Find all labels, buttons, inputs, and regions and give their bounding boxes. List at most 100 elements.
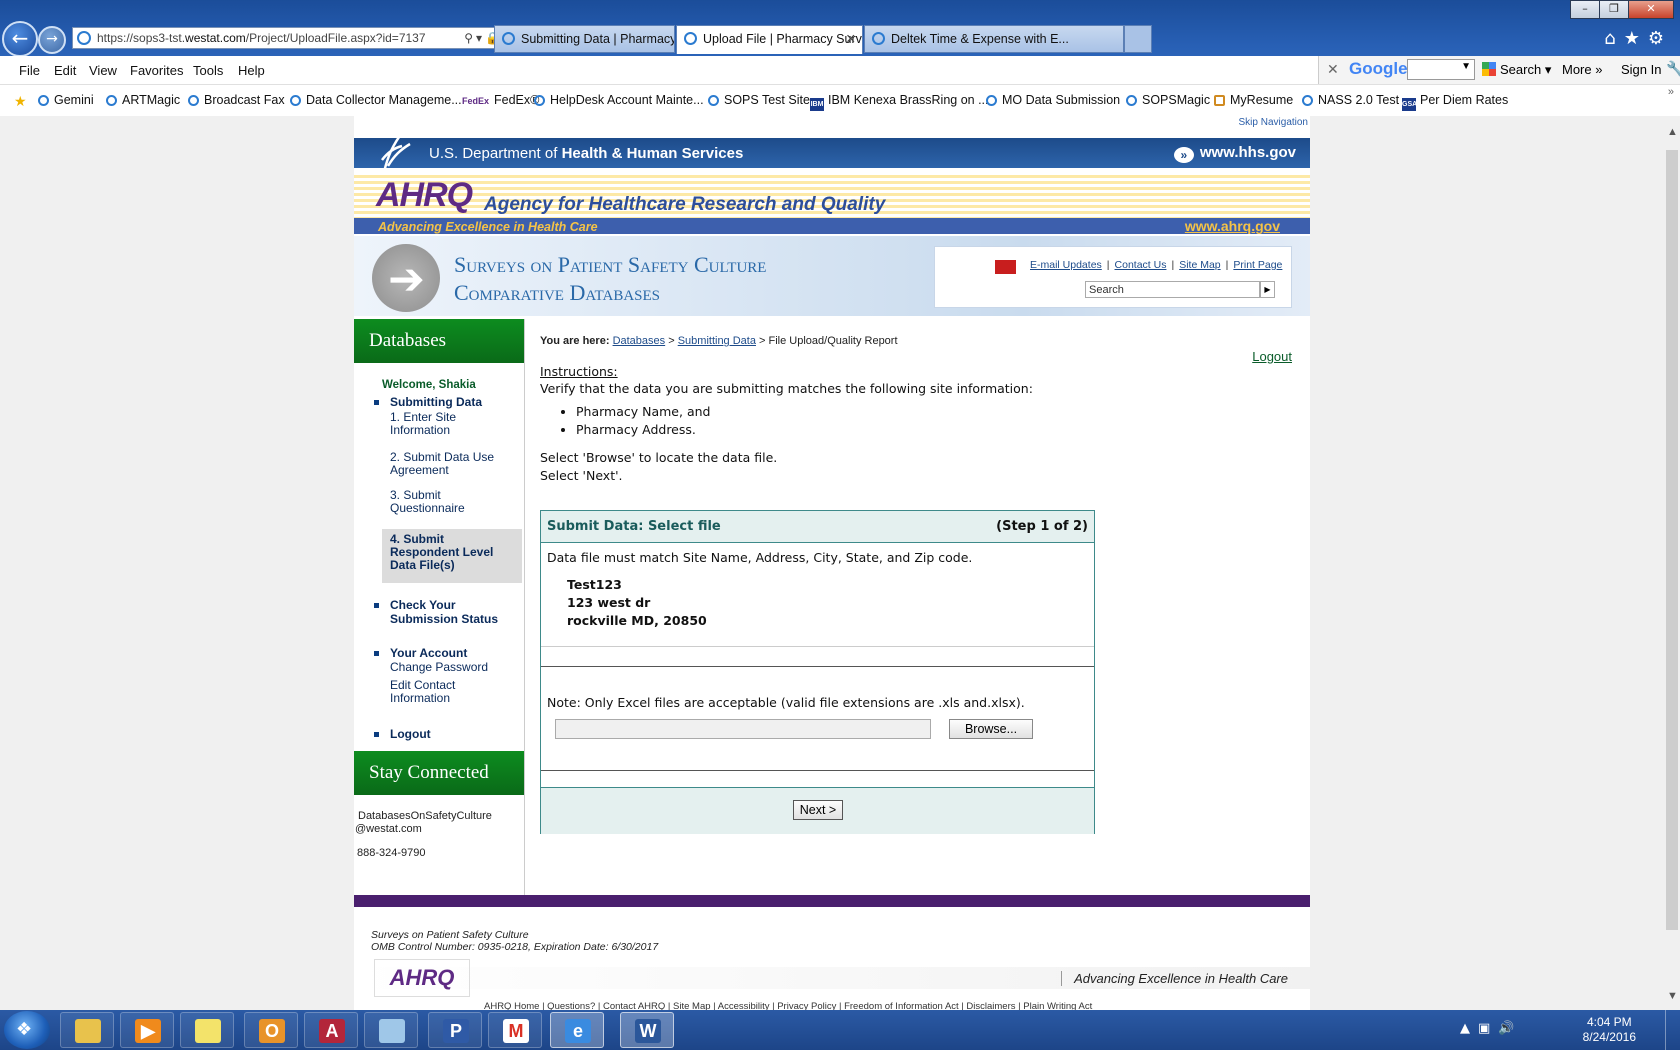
favorites-bar: ★ Gemini ARTMagic Broadcast Fax Data Col… [0,85,1680,116]
fav-myresume[interactable]: MyResume [1214,93,1293,107]
media-player-icon: ▶ [135,1019,161,1043]
hhs-url-link[interactable]: » www.hhs.gov [1173,144,1296,163]
sidebar-step-1[interactable]: 1. Enter Site Information [390,411,510,437]
footer-links[interactable]: AHRQ Home | Questions? | Contact AHRQ | … [484,1001,1092,1010]
google-search-input[interactable]: ▼ [1407,59,1475,80]
google-logo: Google [1349,59,1408,78]
menu-help[interactable]: Help [238,63,265,78]
sidebar-step-3[interactable]: 3. Submit Questionnaire [390,489,510,515]
restore-button[interactable]: ❐ [1599,0,1629,19]
show-desktop-button[interactable] [1665,1010,1680,1050]
scroll-up-icon[interactable]: ▲ [1667,126,1678,138]
instruction-next: Select 'Next'. [540,468,623,483]
instruction-browse: Select 'Browse' to locate the data file. [540,450,778,465]
logout-link[interactable]: Logout [1252,349,1292,364]
tab-close-icon[interactable]: ✕ [846,26,856,52]
taskbar-explorer[interactable] [60,1012,114,1048]
taskbar-access[interactable]: A [304,1012,358,1048]
browse-button[interactable]: Browse... [949,719,1033,739]
wrench-icon[interactable]: 🔧 [1666,60,1680,78]
menu-favorites[interactable]: Favorites [130,63,183,78]
page-footer: Surveys on Patient Safety Culture OMB Co… [354,907,1310,1010]
settings-gear-icon[interactable]: ⚙ [1648,28,1672,49]
close-toolbar-icon[interactable]: ✕ [1327,61,1339,78]
taskbar-media-player[interactable]: ▶ [120,1012,174,1048]
contact-email-line1[interactable]: DatabasesOnSafetyCulture [358,810,492,823]
fav-fedex[interactable]: FedEx FedEx® [462,93,539,107]
fav-artmagic[interactable]: ARTMagic [106,93,180,107]
contact-us-link[interactable]: Contact Us [1115,259,1167,271]
sidebar-submitting-data[interactable]: Submitting Data [390,395,482,409]
ahrq-url-link[interactable]: www.ahrq.gov [1185,218,1280,234]
google-signin-button[interactable]: Sign In [1621,62,1661,77]
ahrq-logo[interactable]: AHRQ [376,176,473,215]
sidebar-step-2[interactable]: 2. Submit Data Use Agreement [390,451,510,477]
taskbar-sticky-notes[interactable] [180,1012,234,1048]
file-path-input[interactable] [555,719,931,739]
sops-title-line2: Comparative Databases [454,280,661,305]
footer-ahrq-logo[interactable]: AHRQ [374,959,470,997]
menu-tools[interactable]: Tools [193,63,223,78]
favorites-star-icon[interactable]: ★ [1624,28,1648,49]
breadcrumb-databases[interactable]: Databases [613,335,666,347]
sidebar-logout[interactable]: Logout [390,727,431,741]
fav-helpdesk[interactable]: HelpDesk Account Mainte... [534,93,704,107]
add-favorite-star[interactable]: ★ [14,93,27,110]
address-bar[interactable]: https://sops3-tst.westat.com/Project/Upl… [72,27,521,49]
menu-view[interactable]: View [89,63,117,78]
taskbar-gmail[interactable]: M [488,1012,542,1048]
gsa-icon: GSA [1402,98,1417,111]
print-page-link[interactable]: Print Page [1233,259,1282,271]
vertical-scrollbar[interactable]: ▲ ▼ [1664,116,1680,1010]
fav-broadcast-fax[interactable]: Broadcast Fax [188,93,285,107]
favorites-overflow-icon[interactable]: » [1668,86,1674,98]
next-button[interactable]: Next > [793,800,843,820]
fav-ibm-kenexa[interactable]: IBM IBM Kenexa BrassRing on ... [810,93,989,111]
menu-edit[interactable]: Edit [54,63,76,78]
forward-button[interactable]: → [38,26,66,54]
skip-navigation-link[interactable]: Skip Navigation [1239,117,1308,128]
tab-deltek[interactable]: Deltek Time & Expense with E... [864,25,1124,53]
sticky-notes-icon [195,1019,221,1043]
hhs-department: U.S. Department of Health & Human Servic… [429,145,744,162]
taskbar-notepad[interactable] [364,1012,418,1048]
start-button[interactable]: ❖ [4,1011,50,1049]
contact-email-line2[interactable]: @westat.com [355,823,422,836]
fav-data-collector[interactable]: Data Collector Manageme... [290,93,462,107]
search-go-icon[interactable]: ▶ [1260,281,1275,298]
google-more-button[interactable]: More » [1562,62,1602,77]
tab-submitting-data[interactable]: Submitting Data | Pharmacy S... [494,25,675,53]
taskbar-outlook[interactable]: O [244,1012,298,1048]
sidebar-check-status[interactable]: Check Your Submission Status [390,598,510,626]
clock[interactable]: 4:04 PM 8/24/2016 [1583,1015,1636,1045]
tab-upload-file[interactable]: Upload File | Pharmacy Surv... ✕ [676,25,863,54]
sidebar-change-password[interactable]: Change Password [390,661,510,674]
close-window-button[interactable]: ✕ [1628,0,1674,19]
fav-gemini[interactable]: Gemini [38,93,94,107]
menu-file[interactable]: File [19,63,40,78]
google-search-button[interactable]: Search ▾ [1482,62,1551,78]
fav-mo-data[interactable]: MO Data Submission [986,93,1120,107]
tray-icons[interactable]: ▲▣🔊 [1460,1021,1522,1036]
sidebar-your-account[interactable]: Your Account [390,646,467,660]
new-tab-button[interactable] [1124,25,1152,53]
site-map-link[interactable]: Site Map [1179,259,1220,271]
sidebar-edit-contact[interactable]: Edit Contact Information [390,679,490,705]
home-icon[interactable]: ⌂ [1604,28,1623,49]
site-search-input[interactable]: Search [1085,281,1260,298]
fav-sops-test[interactable]: SOPS Test Site [708,93,810,107]
email-updates-link[interactable]: E-mail Updates [1030,259,1102,271]
back-button[interactable]: ← [2,21,38,57]
contact-phone: 888-324-9790 [357,847,426,859]
fav-sopsmagic[interactable]: SOPSMagic [1126,93,1210,107]
taskbar-internet-explorer[interactable]: e [550,1012,604,1048]
scroll-down-icon[interactable]: ▼ [1667,990,1678,1002]
taskbar-project[interactable]: P [428,1012,482,1048]
breadcrumb-submitting-data[interactable]: Submitting Data [678,335,756,347]
fav-per-diem[interactable]: GSA Per Diem Rates [1402,93,1508,111]
scrollbar-thumb[interactable] [1666,150,1678,930]
minimize-button[interactable]: – [1570,0,1600,19]
fav-nass[interactable]: NASS 2.0 Test [1302,93,1399,107]
sidebar-step-4[interactable]: 4. Submit Respondent Level Data File(s) [390,533,510,572]
taskbar-word[interactable]: W [620,1012,674,1048]
